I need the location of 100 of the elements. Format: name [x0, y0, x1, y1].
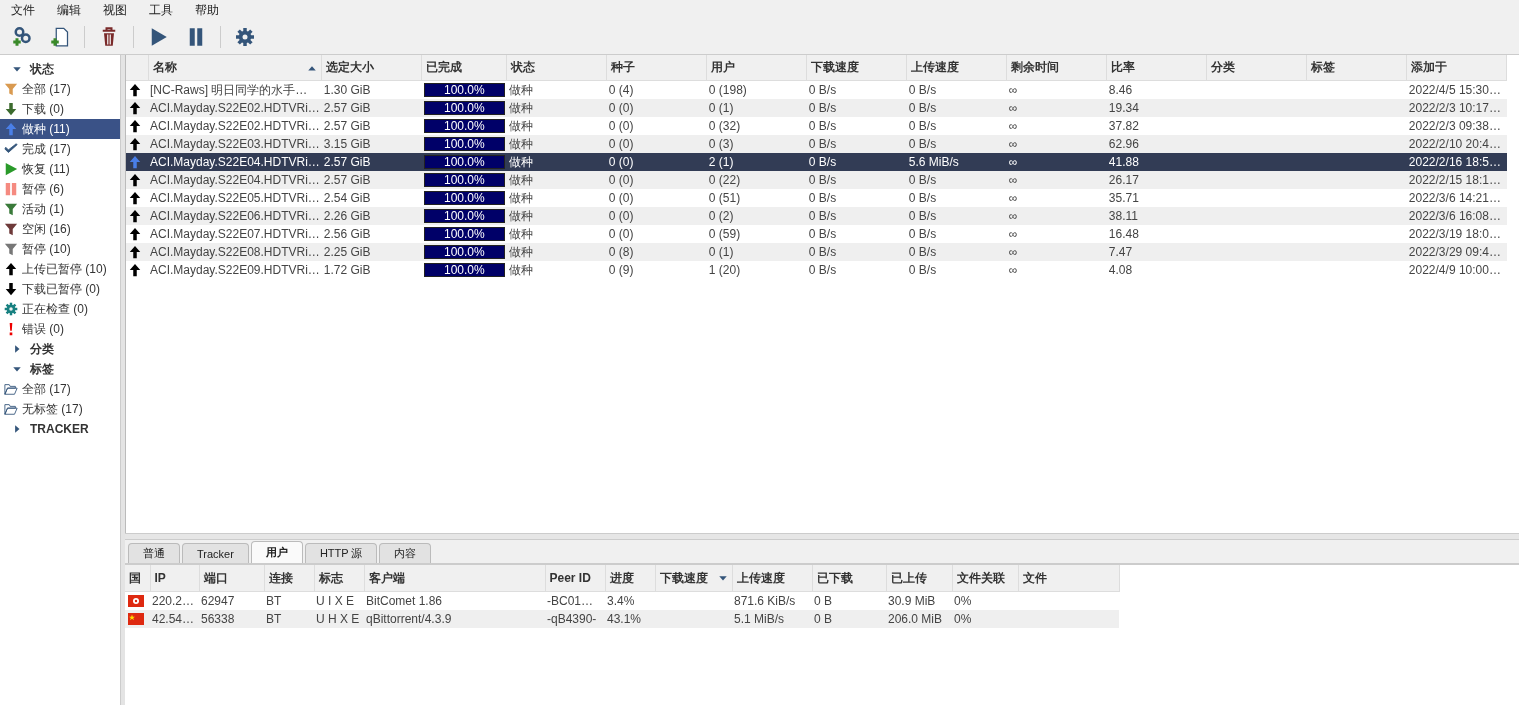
column-header[interactable]: IP [150, 565, 199, 592]
column-header[interactable]: 上传速度 [732, 565, 812, 592]
down-arrow-icon [4, 102, 18, 116]
column-header[interactable]: 名称 [152, 60, 177, 74]
table-cell: 2022/2/16 18:5… [1406, 153, 1507, 171]
section-header[interactable]: 状态 [0, 59, 120, 79]
progress-text: 100.0% [443, 246, 486, 258]
menu-item[interactable]: 帮助 [188, 1, 226, 19]
column-header[interactable]: 国 [125, 565, 150, 592]
table-cell: 做种 [506, 171, 607, 189]
torrent-row[interactable]: [NC-Raws] 明日同学的水手… 1.30 GiB 100.0% 做种 0 (4) 0 (198) 0 B/s 0 B/s ∞ 8.46 2022/4/5 15:30… [126, 80, 1507, 99]
splitter-handle[interactable] [125, 533, 1519, 540]
column-header[interactable]: 上传速度 [906, 55, 1007, 81]
column-header[interactable]: 已上传 [886, 565, 952, 592]
table-cell: ∞ [1006, 207, 1107, 225]
column-header[interactable]: 比率 [1106, 55, 1207, 81]
column-header[interactable]: 标签 [1306, 55, 1407, 81]
sidebar-item[interactable]: 正在检查 (0) [0, 299, 120, 319]
sidebar-item[interactable]: 暂停 (10) [0, 239, 120, 259]
up-arrow-icon [128, 263, 142, 277]
menu-item[interactable]: 工具 [142, 1, 180, 19]
torrent-row[interactable]: ACI.Mayday.S22E03.HDTVRi… 3.15 GiB 100.0% 做种 0 (0) 0 (3) 0 B/s 0 B/s ∞ 62.96 2022/2/10 20:4… [126, 135, 1507, 153]
sidebar-item[interactable]: 错误 (0) [0, 319, 120, 339]
table-cell: 0 B/s [906, 243, 1007, 261]
menu-item[interactable]: 编辑 [50, 1, 88, 19]
column-header[interactable]: 用户 [706, 55, 807, 81]
torrent-row[interactable]: ACI.Mayday.S22E05.HDTVRi… 2.54 GiB 100.0% 做种 0 (0) 0 (51) 0 B/s 0 B/s ∞ 35.71 2022/3/6 14:21… [126, 189, 1507, 207]
table-cell: 做种 [506, 243, 607, 261]
section-header[interactable]: 分类 [0, 339, 120, 359]
torrent-row[interactable]: ACI.Mayday.S22E02.HDTVRi… 2.57 GiB 100.0% 做种 0 (0) 0 (1) 0 B/s 0 B/s ∞ 19.34 2022/2/3 10:17… [126, 99, 1507, 117]
table-cell: 5.1 MiB/s [732, 610, 812, 628]
table-cell: 38.11 [1106, 207, 1207, 225]
table-cell: -qB4390- [545, 610, 605, 628]
tab[interactable]: HTTP 源 [304, 543, 378, 563]
table-cell: 2022/3/29 09:4… [1406, 243, 1507, 261]
splitter-handle[interactable] [120, 55, 125, 705]
section-header[interactable]: TRACKER [0, 419, 120, 439]
sidebar-item[interactable]: 恢复 (11) [0, 159, 120, 179]
table-cell: 做种 [506, 135, 607, 153]
column-header[interactable]: 已下载 [812, 565, 886, 592]
torrent-row[interactable]: ACI.Mayday.S22E08.HDTVRi… 2.25 GiB 100.0% 做种 0 (8) 0 (1) 0 B/s 0 B/s ∞ 7.47 2022/3/29 09:4… [126, 243, 1507, 261]
tab[interactable]: Tracker [182, 543, 249, 563]
column-header[interactable]: 状态 [506, 55, 607, 81]
sidebar-item[interactable]: 全部 (17) [0, 79, 120, 99]
menu-item[interactable]: 文件 [4, 1, 42, 19]
torrent-row[interactable]: ACI.Mayday.S22E04.HDTVRi… 2.57 GiB 100.0% 做种 0 (0) 2 (1) 0 B/s 5.6 MiB/s ∞ 41.88 2022/2/16 18:5… [126, 153, 1507, 171]
column-header[interactable]: 分类 [1206, 55, 1307, 81]
sidebar-item[interactable]: 全部 (17) [0, 379, 120, 399]
table-cell: 0 (3) [706, 135, 807, 153]
column-header[interactable]: 选定大小 [321, 55, 422, 81]
table-cell: 3.15 GiB [321, 135, 422, 153]
table-cell: ∞ [1006, 171, 1107, 189]
sidebar-item[interactable]: 完成 (17) [0, 139, 120, 159]
sidebar-item[interactable]: 做种 (11) [0, 119, 120, 139]
table-cell: ACI.Mayday.S22E03.HDTVRi… [148, 135, 322, 153]
section-header[interactable]: 标签 [0, 359, 120, 379]
table-cell: ∞ [1006, 117, 1107, 135]
column-header[interactable]: 文件关联 [952, 565, 1018, 592]
table-cell: 做种 [506, 99, 607, 117]
sidebar-item[interactable]: 活动 (1) [0, 199, 120, 219]
table-cell: 42.54… [150, 610, 199, 628]
table-cell: 0 B/s [806, 117, 907, 135]
column-header[interactable]: 端口 [199, 565, 264, 592]
tab[interactable]: 普通 [128, 543, 180, 563]
torrent-row[interactable]: ACI.Mayday.S22E04.HDTVRi… 2.57 GiB 100.0% 做种 0 (0) 0 (22) 0 B/s 0 B/s ∞ 26.17 2022/2/15 18:1… [126, 171, 1507, 189]
column-header[interactable]: 剩余时间 [1006, 55, 1107, 81]
menu-item[interactable]: 视图 [96, 1, 134, 19]
torrent-row[interactable]: ACI.Mayday.S22E06.HDTVRi… 2.26 GiB 100.0% 做种 0 (0) 0 (2) 0 B/s 0 B/s ∞ 38.11 2022/3/6 16:08… [126, 207, 1507, 225]
tab[interactable]: 用户 [250, 541, 303, 563]
table-cell: ACI.Mayday.S22E05.HDTVRi… [148, 189, 322, 207]
column-header[interactable]: 已完成 [421, 55, 507, 81]
up-arrow-icon [128, 101, 142, 115]
down-arrow-icon [4, 282, 18, 296]
table-cell: 0 B/s [806, 153, 907, 171]
torrent-row[interactable]: ACI.Mayday.S22E07.HDTVRi… 2.56 GiB 100.0% 做种 0 (0) 0 (59) 0 B/s 0 B/s ∞ 16.48 2022/3/19 18:0… [126, 225, 1507, 243]
column-header[interactable]: Peer ID [545, 565, 605, 592]
table-cell: 7.47 [1106, 243, 1207, 261]
sidebar-item[interactable]: 下载 (0) [0, 99, 120, 119]
table-cell: 41.88 [1106, 153, 1207, 171]
table-cell: 2022/2/15 18:1… [1406, 171, 1507, 189]
column-header[interactable]: 进度 [605, 565, 655, 592]
column-header[interactable]: 连接 [264, 565, 314, 592]
table-cell: 0 B/s [906, 135, 1007, 153]
column-header[interactable]: 客户端 [364, 565, 545, 592]
torrent-row[interactable]: ACI.Mayday.S22E09.HDTVRi… 1.72 GiB 100.0% 做种 0 (9) 1 (20) 0 B/s 0 B/s ∞ 4.08 2022/4/9 10:00… [126, 261, 1507, 279]
torrent-row[interactable]: ACI.Mayday.S22E02.HDTVRi… 2.57 GiB 100.0% 做种 0 (0) 0 (32) 0 B/s 0 B/s ∞ 37.82 2022/2/3 09:38… [126, 117, 1507, 135]
tab[interactable]: 内容 [379, 543, 432, 563]
column-header[interactable]: 种子 [606, 55, 707, 81]
table-cell: 56338 [199, 610, 264, 628]
sidebar-item[interactable]: 上传已暂停 (10) [0, 259, 120, 279]
sidebar-item[interactable]: 无标签 (17) [0, 399, 120, 419]
table-cell: 0 B/s [806, 99, 907, 117]
sidebar-item[interactable]: 空闲 (16) [0, 219, 120, 239]
column-header[interactable]: 标志 [314, 565, 364, 592]
table-cell: ∞ [1006, 243, 1107, 261]
sidebar-item[interactable]: 暂停 (6) [0, 179, 120, 199]
column-header[interactable]: 文件 [1018, 565, 1119, 592]
sidebar-item[interactable]: 下载已暂停 (0) [0, 279, 120, 299]
column-header[interactable]: 下载速度 [806, 55, 907, 81]
column-header[interactable]: 添加于 [1406, 55, 1507, 81]
